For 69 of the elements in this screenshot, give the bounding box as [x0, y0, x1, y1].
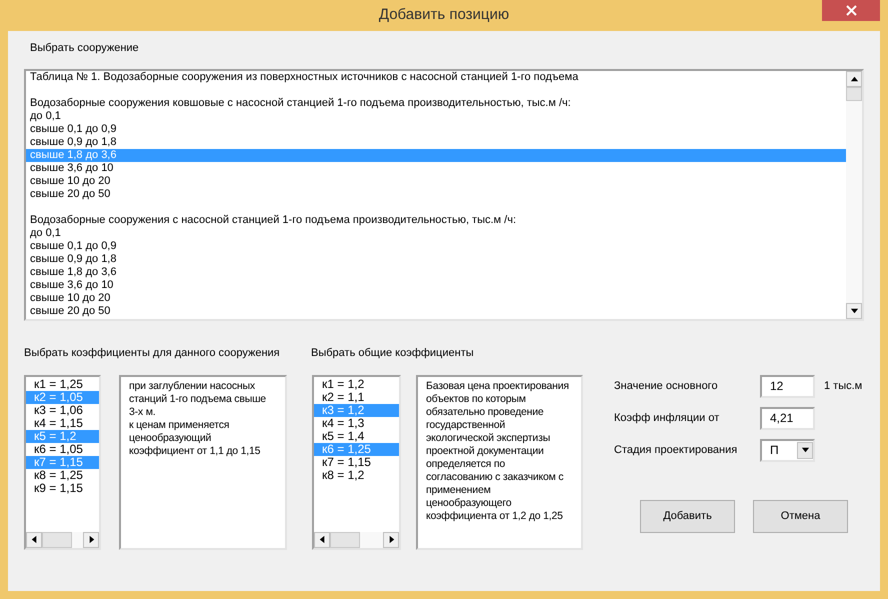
scroll-thumb[interactable]	[846, 87, 862, 101]
list-item[interactable]: к9 = 1,15	[26, 482, 99, 494]
list-item[interactable]: к2 = 1,1	[314, 390, 399, 404]
list-item[interactable]: свыше 10 до 20	[26, 175, 846, 188]
description-text: при заглублении насосных станций 1-го подъема свыше 3-х м.	[129, 380, 267, 418]
close-icon	[846, 5, 856, 16]
window-title: Добавить позицию	[378, 5, 510, 26]
list-item[interactable]: к7 = 1,15	[314, 456, 399, 468]
dropdown[interactable]: П	[760, 438, 815, 462]
list-item[interactable]: к8 = 1,25	[26, 468, 99, 482]
list-item[interactable]: свыше 20 до 50	[26, 188, 846, 201]
description-text: Базовая цена проектирования объектов по которым обязательно проведение государственной экологической экспертизы проектной документации определяется по согласованию с заказчиком с применением ценообразующего коэффициента от 1,2 до 1,25	[426, 380, 570, 522]
input-field[interactable]: 12	[760, 374, 815, 398]
list-item[interactable]: свыше 0,1 до 0,9	[26, 123, 846, 136]
list-item[interactable]: Таблица № 1. Водозаборные сооружения из поверхностных источников с насосной станцией 1-го подъема	[26, 71, 846, 84]
section-label: Выбрать коэффициенты для данного сооружения	[24, 346, 281, 361]
section-label: Выбрать сооружение	[30, 41, 140, 54]
list-item[interactable]: свыше 3,6 до 10	[26, 279, 846, 292]
description-text: к ценам применяется ценообразующий коэффициент от 1,1 до 1,15	[129, 418, 262, 458]
list-item[interactable]: к3 = 1,06	[26, 404, 99, 416]
field-label: Коэфф инфляции от	[614, 410, 720, 426]
list-item[interactable]: к4 = 1,15	[26, 416, 99, 430]
horizontal-scrollbar[interactable]	[314, 532, 399, 548]
list-item[interactable]: Водозаборные сооружения ковшовые с насосной станцией 1-го подъема производительностью, тыс.м /ч:	[26, 97, 846, 110]
scroll-left-icon	[30, 535, 38, 544]
list-item[interactable]: к6 = 1,05	[26, 442, 99, 456]
dialog-button[interactable]: Добавить	[640, 500, 735, 532]
list-item[interactable]: свыше 3,6 до 10	[26, 162, 846, 175]
scroll-button[interactable]	[846, 303, 862, 319]
list-item[interactable]: Водозаборные сооружения с насосной станцией 1-го подъема производительностью, тыс.м /ч:	[26, 214, 846, 227]
scroll-up-icon	[850, 74, 858, 84]
scroll-button[interactable]	[314, 532, 330, 548]
unit-label: 1 тыс.м	[824, 378, 862, 394]
list-item[interactable]: свыше 10 до 20	[26, 292, 846, 305]
list-item[interactable]: к1 = 1,25	[26, 378, 99, 390]
scroll-button[interactable]	[846, 71, 862, 87]
close-button[interactable]	[822, 0, 880, 21]
scroll-down-icon	[850, 306, 858, 316]
list-item[interactable]: свыше 0,9 до 1,8	[26, 136, 846, 149]
dropdown-arrow-icon	[800, 446, 810, 454]
scroll-right-icon	[86, 535, 96, 544]
scroll-button[interactable]	[83, 532, 99, 548]
list-item[interactable]: к5 = 1,4	[314, 430, 399, 442]
list-item[interactable]: свыше 1,8 до 3,6	[26, 266, 846, 279]
section-label: Выбрать общие коэффициенты	[311, 346, 474, 361]
list-item[interactable]: к1 = 1,2	[314, 378, 399, 390]
coefficient-list[interactable]: к1 = 1,2 к2 = 1,1 к3 = 1,2 к4 = 1,3 к5 = 1,4 к6 = 1,25 к7 = 1,15 к8 = 1,2	[312, 374, 401, 550]
scroll-button[interactable]	[26, 532, 42, 548]
list-item[interactable]: свыше 0,1 до 0,9	[26, 240, 846, 253]
horizontal-scrollbar[interactable]	[26, 532, 99, 548]
list-item[interactable]: до 0,1	[26, 110, 846, 123]
structure-list[interactable]	[24, 69, 864, 321]
scroll-left-icon	[318, 535, 326, 544]
field-label: Значение основного	[614, 378, 719, 394]
scroll-button[interactable]	[383, 532, 399, 548]
scroll-thumb[interactable]	[330, 532, 360, 548]
list-item[interactable]: к4 = 1,3	[314, 416, 399, 430]
field-label: Стадия проектирования	[614, 442, 738, 458]
scroll-track[interactable]	[72, 532, 83, 548]
input-field[interactable]: 4,21	[760, 406, 815, 430]
list-item[interactable]: до 0,1	[26, 227, 846, 240]
vertical-scrollbar[interactable]	[846, 71, 862, 319]
scroll-thumb[interactable]	[42, 532, 72, 548]
list-item[interactable]: свыше 0,9 до 1,8	[26, 253, 846, 266]
dialog-button[interactable]: Отмена	[753, 500, 848, 532]
list-item[interactable]: свыше 20 до 50	[26, 305, 846, 318]
list-item[interactable]: к8 = 1,2	[314, 468, 399, 482]
scroll-right-icon	[386, 535, 396, 544]
coefficient-list[interactable]: к1 = 1,25 к2 = 1,05 к3 = 1,06 к4 = 1,15 к5 = 1,2 к6 = 1,05 к7 = 1,15 к8 = 1,25 к9 = 1,15	[24, 374, 101, 550]
